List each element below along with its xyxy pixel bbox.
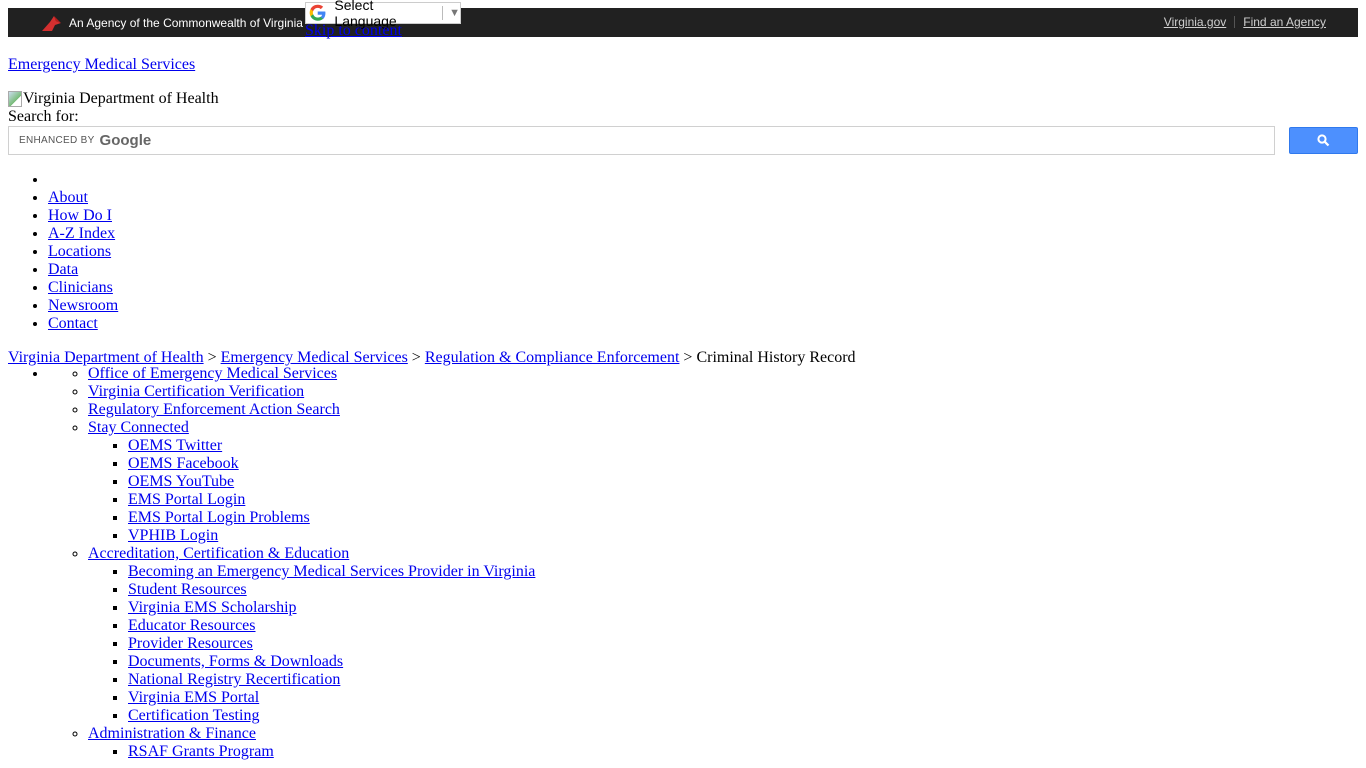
google-g-icon	[309, 4, 326, 21]
side-nav-subitem: Becoming an Emergency Medical Services P…	[128, 563, 535, 581]
side-nav-sublink[interactable]: OEMS Twitter	[128, 437, 222, 454]
side-nav-link[interactable]: Virginia Certification Verification	[88, 383, 304, 400]
divider	[1234, 16, 1236, 28]
side-nav-item: Regulatory Enforcement Action Search	[88, 401, 535, 419]
dropdown-arrow-icon: ▼	[449, 7, 460, 19]
cardinal-logo-icon	[42, 16, 61, 31]
site-title-link[interactable]: Emergency Medical Services	[8, 56, 195, 74]
side-nav-level3: OEMS Twitter OEMS Facebook OEMS YouTube …	[88, 437, 535, 545]
side-nav-subitem: Provider Resources	[128, 635, 535, 653]
search-icon	[1317, 134, 1330, 147]
nav-item-a-z-index: A-Z Index	[48, 225, 118, 243]
find-agency-link[interactable]: Find an Agency	[1243, 15, 1326, 29]
side-nav-subitem: EMS Portal Login Problems	[128, 509, 535, 527]
side-nav-level3: Becoming an Emergency Medical Services P…	[88, 563, 535, 725]
side-nav-level3: RSAF Grants Program	[88, 743, 535, 761]
side-nav: Office of Emergency Medical Services Vir…	[48, 365, 535, 761]
side-nav-sublink[interactable]: Provider Resources	[128, 635, 253, 652]
side-nav-link[interactable]: Office of Emergency Medical Services	[88, 365, 337, 382]
side-nav-link[interactable]: Regulatory Enforcement Action Search	[88, 401, 340, 418]
side-nav-sublink[interactable]: VPHIB Login	[128, 527, 218, 544]
side-nav-sublink[interactable]: Certification Testing	[128, 707, 259, 724]
breadcrumb-link[interactable]: Regulation & Compliance Enforcement	[425, 349, 680, 366]
vdh-logo[interactable]: Virginia Department of Health	[8, 90, 219, 108]
side-nav-item-administration: Administration & Finance RSAF Grants Pro…	[88, 725, 535, 761]
side-nav-subitem: Virginia EMS Portal	[128, 689, 535, 707]
side-nav-sublink[interactable]: National Registry Recertification	[128, 671, 340, 688]
nav-item-locations: Locations	[48, 243, 118, 261]
nav-link-clinicians[interactable]: Clinicians	[48, 279, 113, 296]
side-nav-sublink[interactable]: Student Resources	[128, 581, 247, 598]
skip-to-content-link[interactable]: Skip to content	[305, 22, 402, 40]
side-nav-subitem: Certification Testing	[128, 707, 535, 725]
nav-link-a-z-index[interactable]: A-Z Index	[48, 225, 115, 242]
language-select[interactable]: Select Language ▼	[305, 0, 461, 29]
side-nav-subitem: EMS Portal Login	[128, 491, 535, 509]
top-bar: An Agency of the Commonwealth of Virgini…	[8, 8, 1358, 37]
side-nav-subitem: VPHIB Login	[128, 527, 535, 545]
side-nav-item-stay-connected: Stay Connected OEMS Twitter OEMS Faceboo…	[88, 419, 535, 545]
side-nav-link[interactable]: Stay Connected	[88, 419, 189, 436]
broken-image-icon	[8, 91, 22, 107]
nav-item-contact: Contact	[48, 315, 118, 333]
breadcrumb-link[interactable]: Virginia Department of Health	[8, 349, 204, 366]
side-nav-sublink[interactable]: Educator Resources	[128, 617, 256, 634]
side-nav-subitem: National Registry Recertification	[128, 671, 535, 689]
side-nav-sublink[interactable]: Virginia EMS Scholarship	[128, 599, 297, 616]
side-nav-sublink[interactable]: Becoming an Emergency Medical Services P…	[128, 563, 535, 580]
search-label: Search for:	[8, 108, 79, 125]
topbar-links: Virginia.gov Find an Agency	[1164, 15, 1326, 29]
divider	[442, 6, 444, 20]
side-nav-subitem: OEMS YouTube	[128, 473, 535, 491]
nav-item-data: Data	[48, 261, 118, 279]
breadcrumb-separator: >	[683, 349, 693, 366]
search-button[interactable]	[1289, 127, 1358, 154]
side-nav-sublink[interactable]: OEMS Facebook	[128, 455, 239, 472]
side-nav-subitem: Virginia EMS Scholarship	[128, 599, 535, 617]
side-nav-subitem: RSAF Grants Program	[128, 743, 535, 761]
nav-link-locations[interactable]: Locations	[48, 243, 111, 260]
breadcrumb-separator: >	[411, 349, 421, 366]
side-nav-item: Office of Emergency Medical Services	[88, 365, 535, 383]
side-nav-sublink[interactable]: RSAF Grants Program	[128, 743, 274, 760]
search-input[interactable]: ENHANCED BY Google	[8, 126, 1275, 155]
side-nav-level2: Office of Emergency Medical Services Vir…	[48, 365, 535, 761]
nav-link-newsroom[interactable]: Newsroom	[48, 297, 118, 314]
main-nav: About How Do I A-Z Index Locations Data …	[48, 171, 118, 333]
enhanced-by-text: ENHANCED BY	[19, 135, 95, 146]
side-nav-sublink[interactable]: EMS Portal Login Problems	[128, 509, 310, 526]
nav-link-how-do-i[interactable]: How Do I	[48, 207, 112, 224]
side-nav-subitem: OEMS Twitter	[128, 437, 535, 455]
side-nav-link[interactable]: Administration & Finance	[88, 725, 256, 742]
nav-link-about[interactable]: About	[48, 189, 88, 206]
side-nav-subitem: Student Resources	[128, 581, 535, 599]
logo-alt-text: Virginia Department of Health	[23, 90, 219, 107]
side-nav-item: Virginia Certification Verification	[88, 383, 535, 401]
virginia-gov-link[interactable]: Virginia.gov	[1164, 15, 1226, 29]
side-nav-sublink[interactable]: OEMS YouTube	[128, 473, 234, 490]
agency-text: An Agency of the Commonwealth of Virgini…	[69, 16, 303, 30]
side-nav-sublink[interactable]: Documents, Forms & Downloads	[128, 653, 343, 670]
side-nav-link[interactable]: Accreditation, Certification & Education	[88, 545, 349, 562]
nav-link-data[interactable]: Data	[48, 261, 78, 278]
google-brand-text: Google	[99, 132, 152, 149]
agency-brand: An Agency of the Commonwealth of Virgini…	[40, 14, 303, 32]
breadcrumb-separator: >	[207, 349, 217, 366]
side-nav-sublink[interactable]: EMS Portal Login	[128, 491, 245, 508]
side-nav-subitem: Educator Resources	[128, 617, 535, 635]
nav-item-about: About	[48, 189, 118, 207]
side-nav-subitem: Documents, Forms & Downloads	[128, 653, 535, 671]
nav-item-how-do-i: How Do I	[48, 207, 118, 225]
side-nav-root: Office of Emergency Medical Services Vir…	[48, 365, 535, 761]
nav-link-contact[interactable]: Contact	[48, 315, 98, 332]
side-nav-item-accreditation: Accreditation, Certification & Education…	[88, 545, 535, 725]
breadcrumb-current: Criminal History Record	[696, 349, 856, 366]
side-nav-subitem: OEMS Facebook	[128, 455, 535, 473]
nav-item-newsroom: Newsroom	[48, 297, 118, 315]
nav-item-empty	[48, 171, 118, 189]
side-nav-sublink[interactable]: Virginia EMS Portal	[128, 689, 259, 706]
nav-item-clinicians: Clinicians	[48, 279, 118, 297]
breadcrumb-link[interactable]: Emergency Medical Services	[221, 349, 408, 366]
